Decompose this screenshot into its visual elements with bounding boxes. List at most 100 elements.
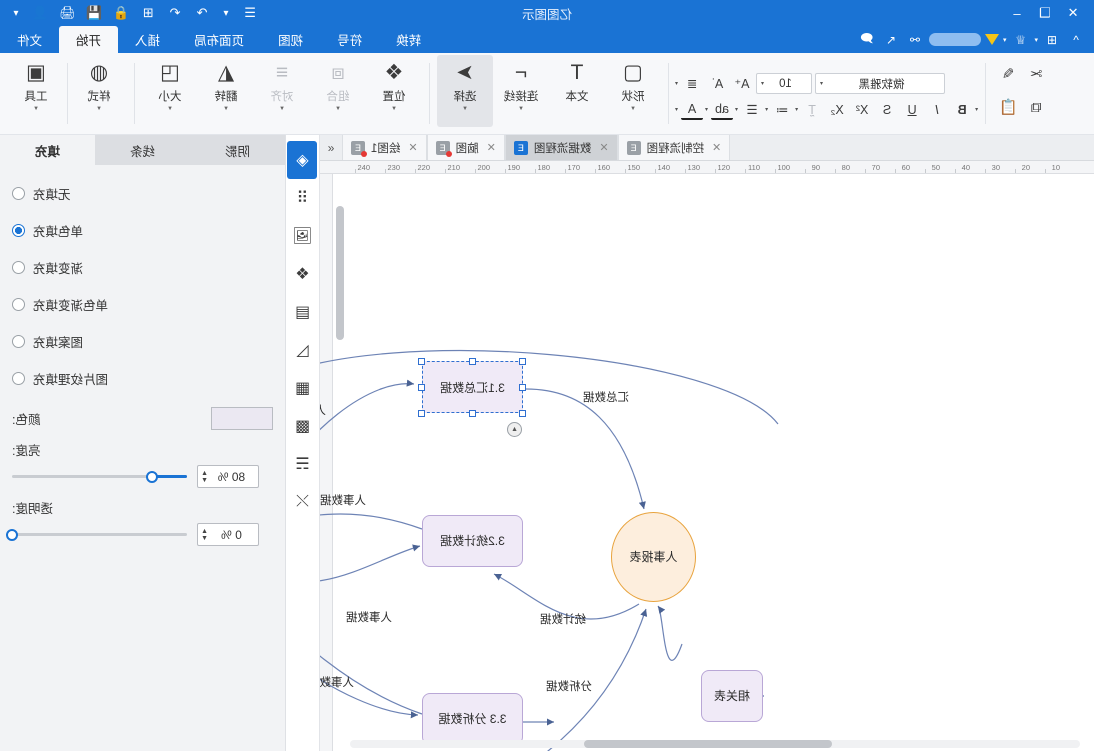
fill-option-gradient[interactable]: 渐变填充 — [12, 249, 273, 286]
radio-none[interactable] — [12, 187, 25, 200]
tools-dropdown-icon[interactable]: ▼ — [33, 106, 39, 112]
resize-handle-s[interactable] — [469, 410, 476, 417]
group-button[interactable]: ⧈ 组合 ▼ — [310, 55, 366, 127]
doc-tab-dataflow[interactable]: E 数据流程图 ✕ — [504, 135, 618, 160]
text-button[interactable]: T 文本 — [549, 55, 605, 127]
progress-pill[interactable] — [928, 33, 981, 46]
font-more-caret-icon[interactable]: ▾ — [975, 106, 978, 113]
apps-grid-icon[interactable]: ⊞ — [1042, 30, 1062, 50]
radio-solid-gradient[interactable] — [12, 298, 25, 311]
text-effect-icon[interactable]: T̰ — [801, 99, 823, 120]
connector-button[interactable]: ⌐ 连接线 ▼ — [493, 55, 549, 127]
font-name-input[interactable]: ▾ 微软雅黑 — [815, 73, 946, 94]
rail-shuffle-icon[interactable]: ⤫ — [288, 483, 318, 521]
pointer-icon[interactable]: ↖ — [881, 30, 901, 50]
fill-option-none[interactable]: 无填充 — [12, 175, 273, 212]
rail-template-icon[interactable]: ▩ — [288, 407, 318, 445]
list-caret-icon[interactable]: ▾ — [735, 106, 738, 113]
undo-icon[interactable]: ↶ — [162, 1, 188, 25]
lock-icon[interactable]: 🔒 — [108, 1, 134, 25]
position-button[interactable]: ❖ 位置 ▼ — [366, 55, 422, 127]
font-name-caret-icon[interactable]: ▾ — [820, 80, 823, 87]
tab-页面布局[interactable]: 页面布局 — [177, 26, 261, 53]
radio-texture[interactable] — [12, 372, 25, 385]
link-icon[interactable]: ⚯ — [905, 30, 925, 50]
font-decrease-icon[interactable]: A˙ — [706, 73, 728, 94]
flip-dropdown-icon[interactable]: ▼ — [223, 106, 229, 112]
resize-handle-n[interactable] — [469, 358, 476, 365]
tab-符号[interactable]: 符号 — [320, 26, 379, 53]
fill-option-solid-gradient[interactable]: 单色渐变填充 — [12, 286, 273, 323]
radio-solid[interactable] — [12, 224, 25, 237]
text-effect-caret-icon[interactable]: ▾ — [795, 106, 798, 113]
close-tab-icon[interactable]: ✕ — [599, 141, 608, 154]
shape-dropdown-icon[interactable]: ▼ — [630, 106, 636, 112]
align-button[interactable]: ≡ 对齐 ▼ — [254, 55, 310, 127]
align-dropdown-icon[interactable]: ▼ — [279, 106, 285, 112]
strikethrough-icon[interactable]: S — [876, 99, 898, 120]
select-button[interactable]: ➤ 选择 ▼ — [437, 55, 493, 127]
close-tab-icon[interactable]: ✕ — [487, 141, 496, 154]
fill-option-solid[interactable]: 单色填充 — [12, 212, 273, 249]
paragraph-caret-icon[interactable]: ▾ — [675, 80, 678, 87]
select-dropdown-icon[interactable]: ▼ — [462, 106, 468, 112]
panel-tab-fill[interactable]: 填充 — [0, 135, 95, 165]
fill-option-texture[interactable]: 图片纹理填充 — [12, 360, 273, 397]
rail-page-icon[interactable]: ▤ — [288, 293, 318, 331]
resize-handle-sw[interactable] — [519, 410, 526, 417]
collapse-tabs-icon[interactable]: « — [320, 135, 342, 160]
transparency-arrows-icon[interactable]: ▲ ▼ — [201, 528, 208, 542]
transparency-knob[interactable] — [6, 528, 18, 541]
brightness-slider[interactable] — [12, 470, 187, 483]
new-icon[interactable]: ⊞ — [135, 1, 161, 25]
node-3.3分析数据[interactable]: 3.3 分析数据 — [422, 693, 523, 745]
color-swatch[interactable] — [211, 407, 273, 430]
resize-handle-w[interactable] — [519, 384, 526, 391]
fill-option-pattern[interactable]: 图案填充 — [12, 323, 273, 360]
rail-image-icon[interactable]: 🖼 — [288, 217, 318, 255]
paste-icon[interactable]: 📋 — [995, 94, 1021, 120]
theme-caret-icon[interactable]: ▾ — [1003, 36, 1007, 44]
doc-tab-drawing1[interactable]: E 绘图1 ✕ — [342, 135, 427, 160]
resize-handle-e[interactable] — [418, 384, 425, 391]
tools-button[interactable]: ▣ 工具 ▼ — [8, 55, 64, 127]
highlight-caret-icon[interactable]: ▾ — [705, 106, 708, 113]
font-increase-icon[interactable]: A⁺ — [731, 73, 753, 94]
doc-tab-controlflow[interactable]: E 控制流程图 ✕ — [617, 135, 731, 160]
resize-handle-nw[interactable] — [519, 358, 526, 365]
brightness-arrows-icon[interactable]: ▲ ▼ — [201, 470, 208, 484]
style-dropdown-icon[interactable]: ▼ — [96, 106, 102, 112]
close-button[interactable]: ✕ — [1060, 1, 1086, 25]
redo-icon[interactable]: ↷ — [189, 1, 215, 25]
canvas[interactable]: 10 20 30 40 50 60 70 80 90 100 110 120 130 140 150 160 — [320, 174, 1094, 751]
redo-dropdown-icon[interactable]: ▾ — [216, 1, 236, 25]
close-tab-icon[interactable]: ✕ — [408, 141, 417, 154]
diamond-icon[interactable] — [984, 34, 999, 45]
rail-fill-icon[interactable]: ◈ — [287, 141, 318, 179]
highlight-icon[interactable]: ab — [711, 99, 734, 120]
superscript-icon[interactable]: X² — [851, 99, 873, 120]
apps-caret-icon[interactable]: ▾ — [1034, 36, 1038, 44]
account-icon[interactable]: 👤 — [27, 1, 53, 25]
radio-pattern[interactable] — [12, 335, 25, 348]
radio-gradient[interactable] — [12, 261, 25, 274]
paragraph-align-icon[interactable]: ≣ — [681, 73, 703, 94]
bullet-list-icon[interactable]: ☰ — [741, 99, 763, 120]
italic-icon[interactable]: I — [926, 99, 948, 120]
tab-文件[interactable]: 文件 — [0, 26, 59, 53]
comment-icon[interactable]: 🗩 — [857, 30, 877, 50]
rail-table-icon[interactable]: ▦ — [288, 369, 318, 407]
shirt-icon[interactable]: ♕ — [1010, 30, 1030, 50]
subscript-icon[interactable]: X₂ — [826, 99, 848, 120]
maximize-button[interactable]: ❑ — [1032, 1, 1058, 25]
collapse-ribbon-icon[interactable]: ^ — [1066, 30, 1086, 50]
rail-grid-icon[interactable]: ⠿ — [288, 179, 318, 217]
node-3.1汇总数据[interactable]: 3.1汇总数据 — [422, 361, 523, 413]
node-人事报表[interactable]: 人事报表 — [611, 512, 696, 602]
vertical-scrollbar[interactable] — [336, 178, 344, 735]
font-color-caret-icon[interactable]: ▾ — [675, 106, 678, 113]
scissors-icon[interactable]: ✂ — [1023, 61, 1049, 87]
minimize-button[interactable]: – — [1004, 1, 1030, 25]
brightness-stepper[interactable]: ▲ ▼ 80 % — [197, 465, 259, 488]
size-dropdown-icon[interactable]: ▼ — [167, 106, 173, 112]
